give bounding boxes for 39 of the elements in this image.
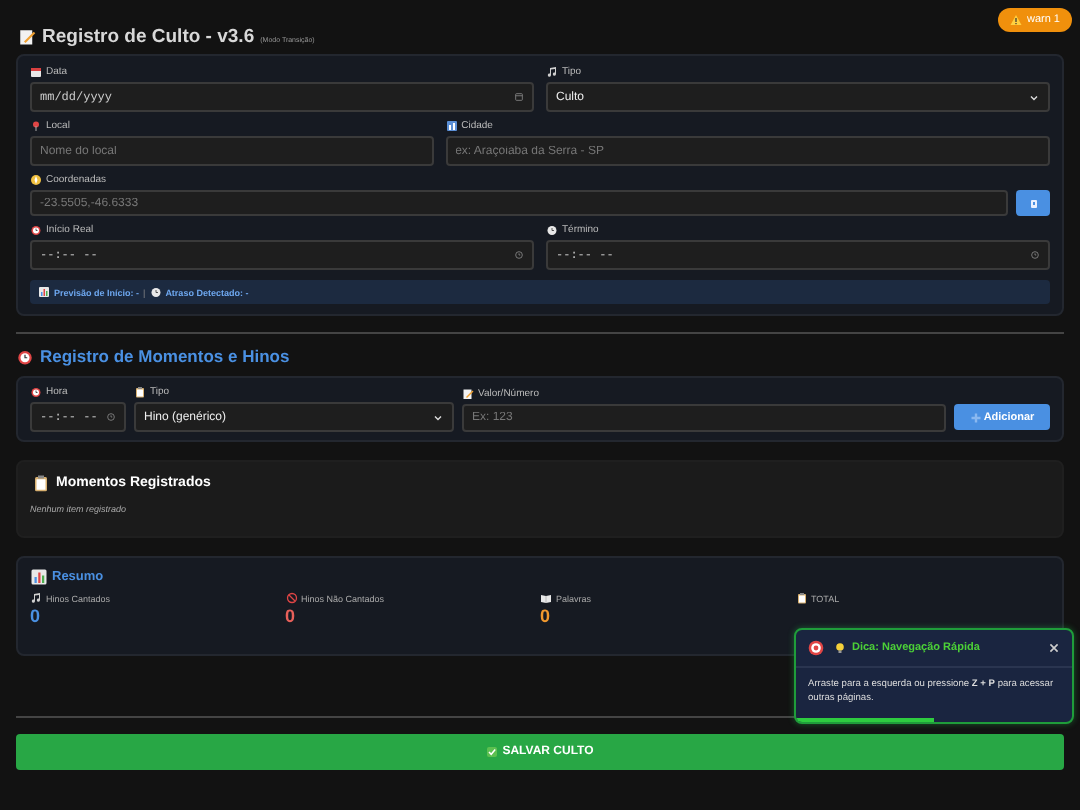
clipboard-icon <box>32 474 50 492</box>
section-title: Registro de Momentos e Hinos <box>40 346 290 366</box>
compass-icon <box>30 174 42 186</box>
alarm-clock-icon <box>16 347 34 365</box>
plus-icon <box>969 411 982 423</box>
bar-chart-icon <box>38 286 50 298</box>
stat-value: 0 <box>540 606 553 626</box>
bar-chart-icon <box>30 568 48 586</box>
warning-icon <box>1010 14 1023 26</box>
calendar-icon <box>30 66 42 78</box>
page-title: Registro de Culto - v3.6 <box>42 25 255 47</box>
calendar-icon <box>514 92 524 102</box>
clock-icon <box>514 250 524 260</box>
prohibited-icon <box>285 592 297 604</box>
book-icon <box>540 592 552 604</box>
music-note-icon <box>30 592 42 604</box>
music-note-icon <box>546 66 558 78</box>
building-icon <box>445 120 458 132</box>
clipboard-icon <box>795 592 807 604</box>
memo-icon <box>18 27 36 45</box>
stopwatch-icon <box>546 224 558 236</box>
lightbulb-icon <box>834 642 846 654</box>
alarm-clock-icon <box>30 224 42 236</box>
pin-icon <box>30 120 42 132</box>
chevron-down-icon <box>1028 91 1040 103</box>
stat-value: 0 <box>285 606 298 626</box>
memo-icon <box>462 388 474 400</box>
chevron-down-icon <box>432 411 444 423</box>
location-button[interactable] <box>1016 190 1050 216</box>
clock-icon <box>1030 250 1040 260</box>
location-icon <box>1027 197 1039 209</box>
clock-icon <box>106 412 116 422</box>
target-icon <box>808 640 824 656</box>
clipboard-icon <box>134 386 146 398</box>
alarm-clock-icon <box>30 386 42 398</box>
stat-value: 0 <box>30 606 43 626</box>
close-button[interactable] <box>1048 642 1060 654</box>
stopwatch-icon <box>149 286 162 298</box>
check-icon <box>486 746 499 758</box>
